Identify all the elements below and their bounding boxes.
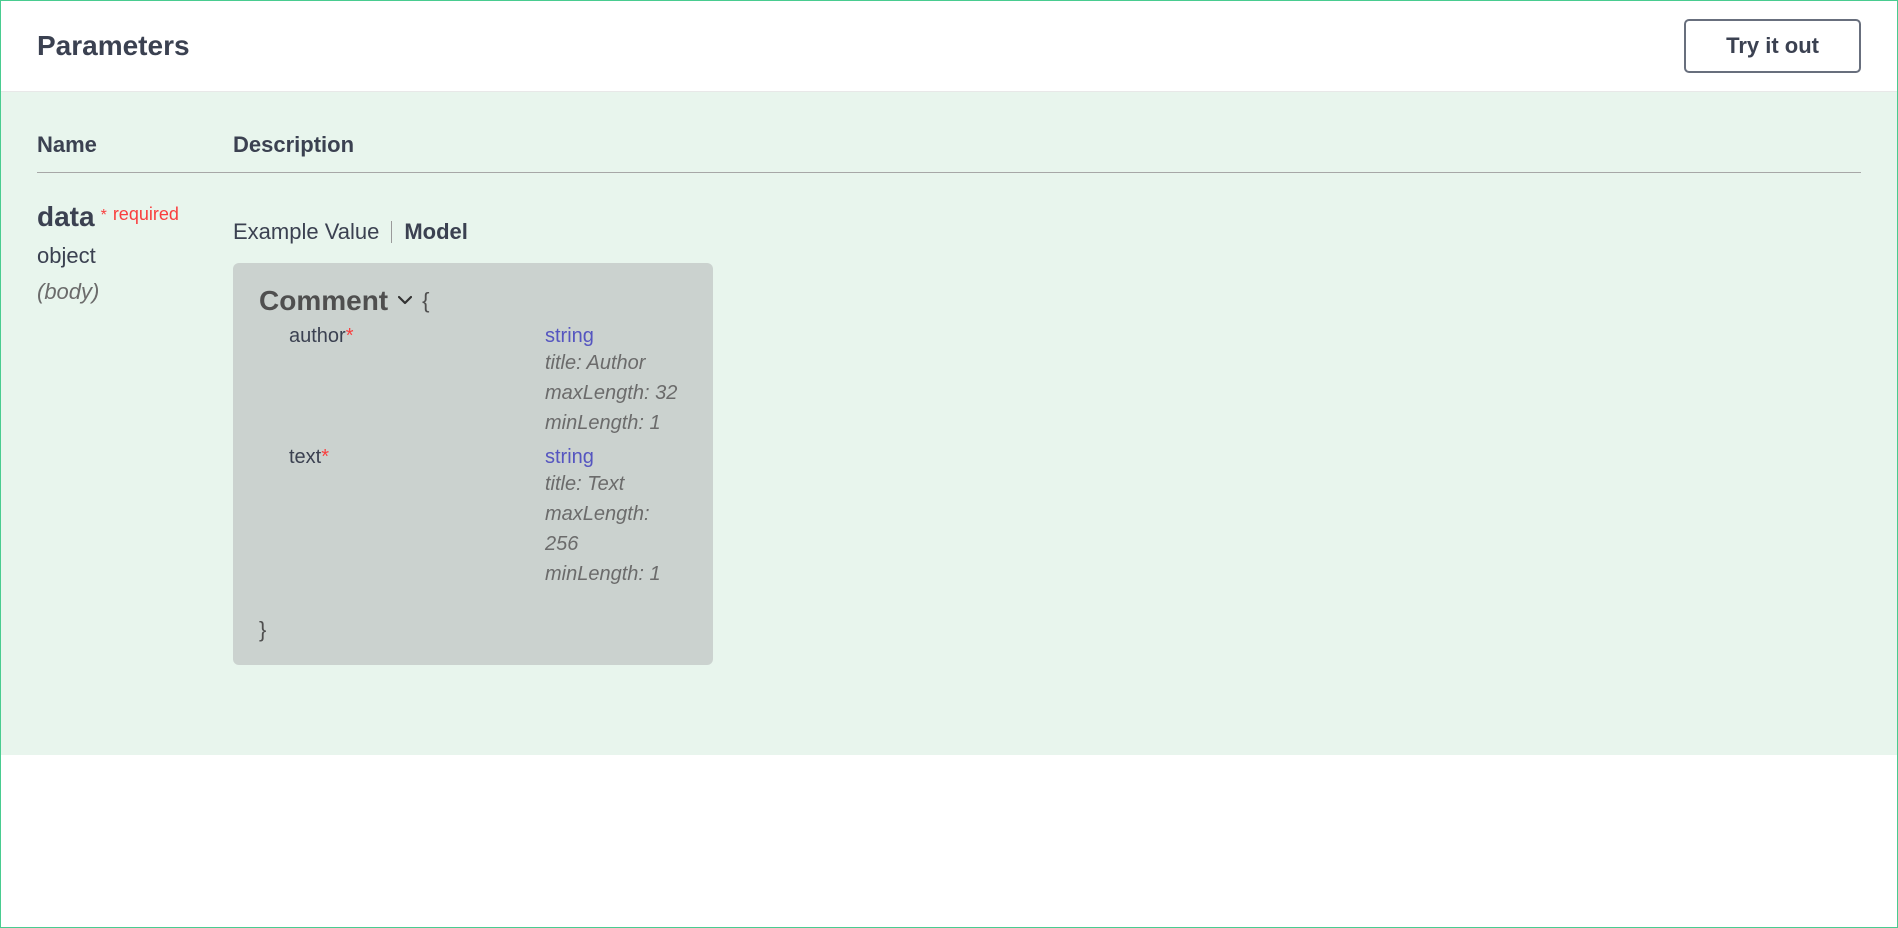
section-title: Parameters [37,30,190,62]
property-name: text [289,446,321,468]
parameter-description: Example Value Model Comment { auth [233,201,1861,665]
property-meta: title: Text [545,469,687,499]
tab-example-value[interactable]: Example Value [233,219,379,245]
property-row: text* string title: Text maxLength: 256 … [259,446,687,589]
required-star: * [101,207,107,225]
property-meta: maxLength: 32 [545,378,687,408]
property-detail-col: string title: Author maxLength: 32 minLe… [545,325,687,438]
property-meta: maxLength: 256 [545,499,687,559]
parameter-row: data * required object (body) Example Va… [37,201,1861,665]
property-meta: minLength: 1 [545,559,687,589]
model-title-line: Comment { [259,285,687,317]
model-box: Comment { author* string title: Author [233,263,713,665]
model-name: Comment [259,285,388,317]
parameter-meta: data * required object (body) [37,201,233,665]
parameter-type: object [37,243,233,269]
schema-tabs: Example Value Model [233,219,1861,245]
property-row: author* string title: Author maxLength: … [259,325,687,438]
chevron-down-icon[interactable] [398,292,412,310]
property-type: string [545,325,687,348]
parameters-content: Name Description data * required object … [1,92,1897,755]
tab-model[interactable]: Model [404,219,468,245]
tab-divider [391,221,392,243]
property-name-col: text* [289,446,545,589]
property-required-star: * [321,446,329,468]
required-label: required [113,204,179,225]
column-header-name: Name [37,132,233,158]
property-meta: title: Author [545,348,687,378]
property-name: author [289,325,346,347]
parameter-name: data [37,201,95,233]
parameters-header: Parameters Try it out [1,1,1897,92]
property-detail-col: string title: Text maxLength: 256 minLen… [545,446,687,589]
property-name-col: author* [289,325,545,438]
property-required-star: * [346,325,354,347]
parameter-location: (body) [37,279,233,305]
column-header-description: Description [233,132,354,158]
column-headers: Name Description [37,132,1861,173]
try-it-out-button[interactable]: Try it out [1684,19,1861,73]
property-type: string [545,446,687,469]
property-meta: minLength: 1 [545,408,687,438]
parameters-panel: Parameters Try it out Name Description d… [0,0,1898,928]
open-brace: { [422,288,429,314]
parameter-name-line: data * required [37,201,233,233]
close-brace: } [259,617,687,643]
